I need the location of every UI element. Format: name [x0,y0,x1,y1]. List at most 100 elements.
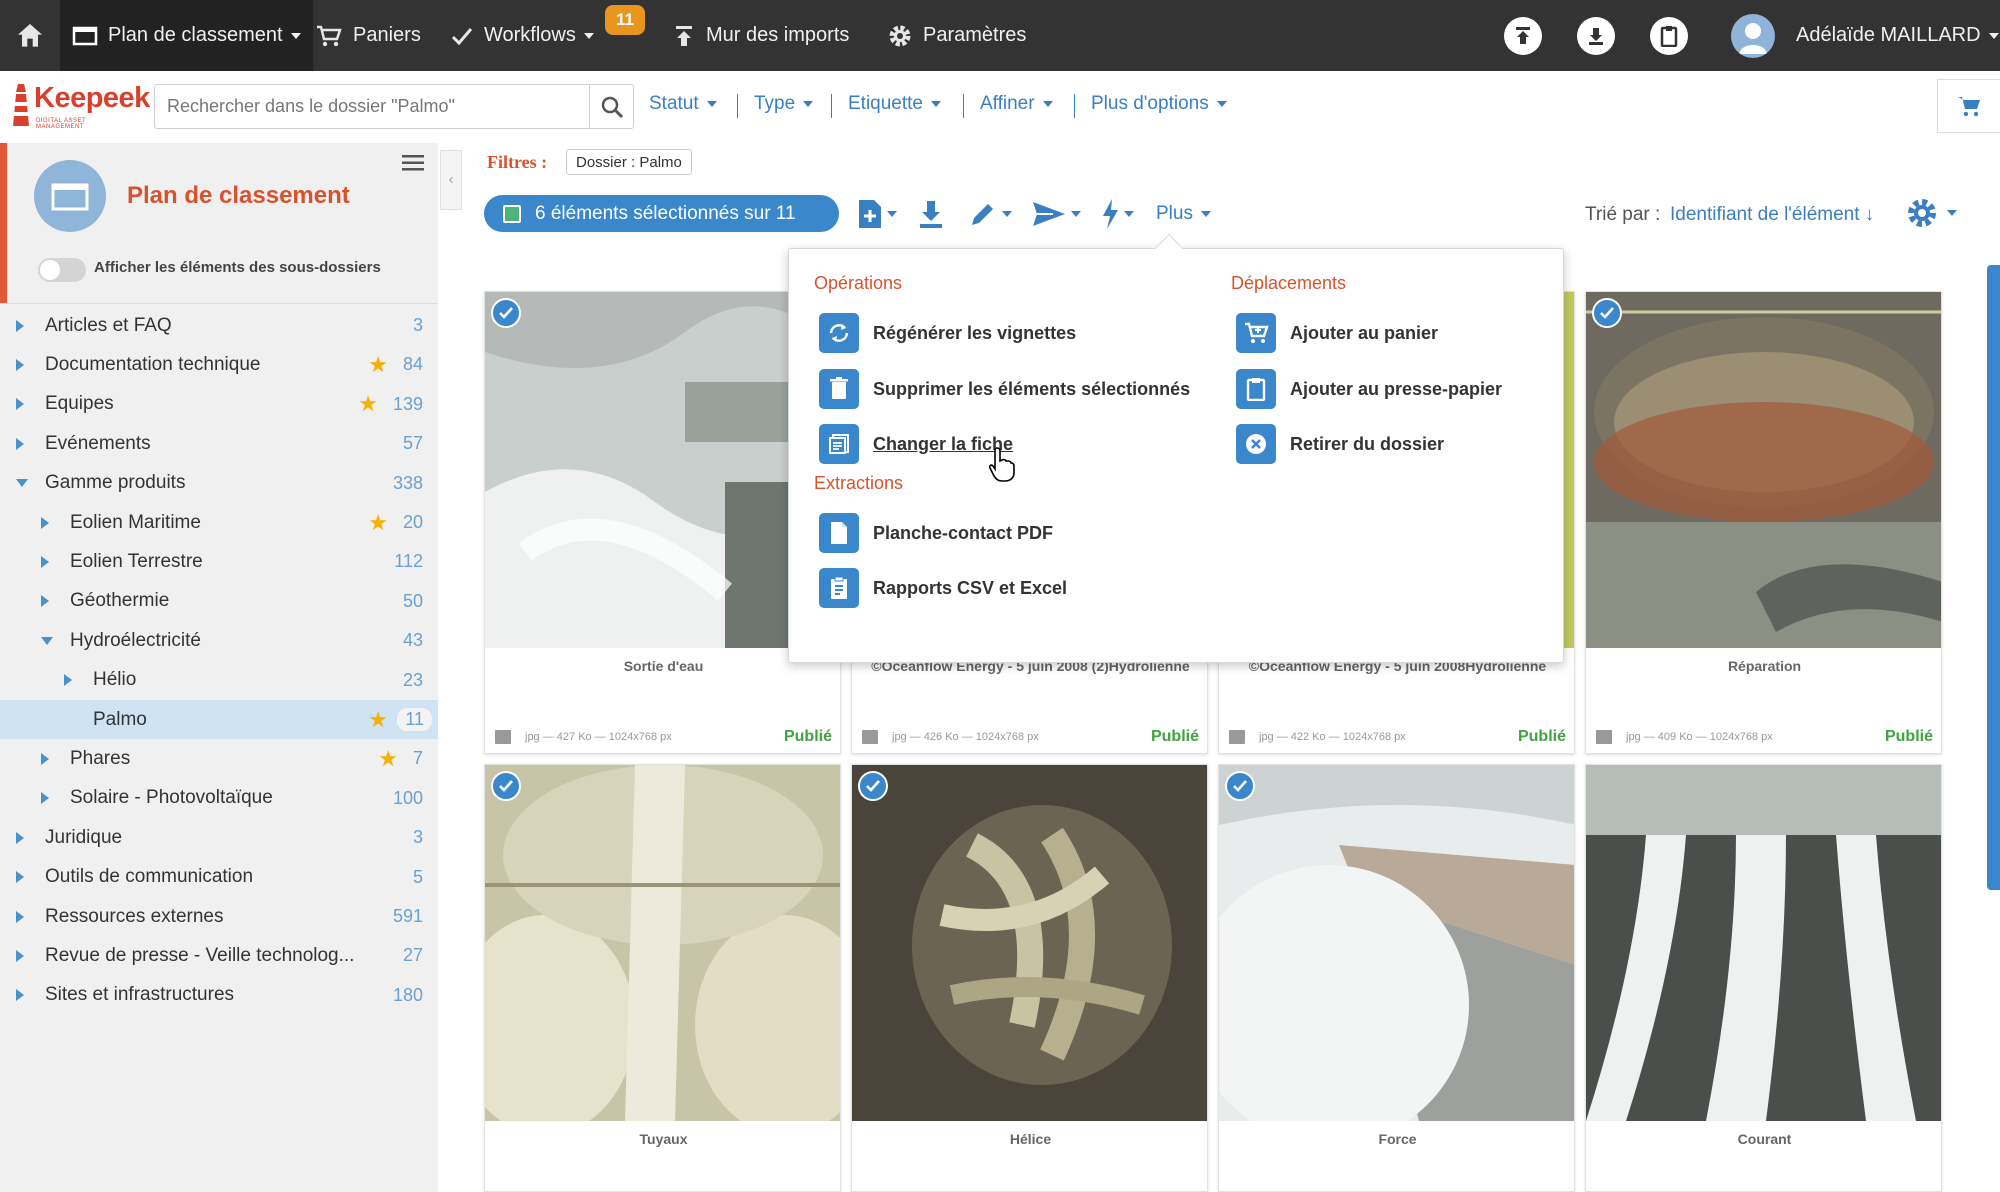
asset-card[interactable]: Force [1218,764,1575,1192]
caret-right-icon[interactable] [64,674,72,687]
selection-button[interactable]: 6 éléments sélectionnés sur 11 [484,195,839,232]
caret-right-icon[interactable] [16,871,24,884]
asset-thumbnail[interactable] [1586,765,1941,1121]
filter-etiquette[interactable]: Etiquette [848,93,941,115]
menu-retirer-du-dossier[interactable]: Retirer du dossier [1236,424,1444,464]
actions-button[interactable] [1100,196,1134,232]
caret-right-icon[interactable] [16,358,24,371]
user-menu[interactable]: Adélaïde MAILLARD [1796,0,1999,71]
scrollbar[interactable] [1987,265,2000,890]
favorite-star-icon[interactable]: ★ [378,746,398,772]
asset-thumbnail[interactable] [1586,292,1941,648]
nav-plan-de-classement[interactable]: Plan de classement [60,0,313,71]
filter-type[interactable]: Type [754,93,814,115]
plus-dropdown-button[interactable]: Plus [1156,203,1211,225]
asset-thumbnail[interactable] [485,765,840,1121]
caret-down-icon[interactable] [16,479,28,488]
menu-planche-contact-pdf[interactable]: Planche-contact PDF [819,513,1053,553]
home-icon[interactable] [14,20,46,52]
menu-ajouter-au-panier[interactable]: Ajouter au panier [1236,313,1438,353]
caret-right-icon[interactable] [41,752,49,765]
clipboard-button[interactable] [1650,17,1688,55]
caret-right-icon[interactable] [41,595,49,608]
favorite-star-icon[interactable]: ★ [358,391,378,417]
display-settings-button[interactable] [1905,196,1957,230]
favorite-star-icon[interactable]: ★ [368,707,388,733]
sidebar-item[interactable]: Solaire - Photovoltaïque 100 [0,779,438,818]
nav-workflows[interactable]: Workflows [450,0,594,71]
selected-check-icon[interactable] [858,771,888,801]
nav-mur-des-imports[interactable]: Mur des imports [672,0,849,71]
caret-right-icon[interactable] [16,989,24,1002]
sidebar-item-label: Equipes [45,393,114,415]
asset-thumbnail[interactable] [852,765,1207,1121]
menu-regenerer-vignettes[interactable]: Régénérer les vignettes [819,313,1076,353]
caret-down-icon[interactable] [41,636,53,645]
selected-check-icon[interactable] [491,298,521,328]
sidebar-item[interactable]: Gamme produits 338 [0,464,438,503]
sidebar-item[interactable]: Juridique 3 [0,818,438,857]
edit-button[interactable] [968,196,1012,232]
avatar[interactable] [1731,14,1775,58]
sidebar-item[interactable]: Articles et FAQ 3 [0,306,438,345]
sidebar-item[interactable]: Sites et infrastructures 180 [0,976,438,1015]
download-selection-button[interactable] [918,196,944,232]
search-input[interactable] [155,85,593,128]
download-button[interactable] [1577,17,1615,55]
sidebar-item[interactable]: Hydroélectricité 43 [0,621,438,660]
favorite-star-icon[interactable]: ★ [368,352,388,378]
caret-right-icon[interactable] [41,555,49,568]
menu-supprimer-elements[interactable]: Supprimer les éléments sélectionnés [819,369,1190,409]
asset-thumbnail[interactable] [1219,765,1574,1121]
nav-paniers[interactable]: Paniers [315,0,421,71]
menu-ajouter-presse-papier[interactable]: Ajouter au presse-papier [1236,369,1502,409]
sidebar-item[interactable]: Ressources externes 591 [0,897,438,936]
asset-card[interactable]: Réparation jpg — 409 Ko — 1024x768 px Pub… [1585,291,1942,754]
menu-rapports-csv-excel[interactable]: Rapports CSV et Excel [819,568,1067,608]
sort-dropdown[interactable]: Identifiant de l'élément ↓ [1670,204,1874,226]
menu-changer-la-fiche[interactable]: Changer la fiche [819,424,1013,464]
caret-right-icon[interactable] [16,437,24,450]
subfolders-toggle[interactable] [38,258,86,282]
filter-affiner[interactable]: Affiner [980,93,1053,115]
caret-right-icon[interactable] [41,792,49,805]
nav-parametres[interactable]: Paramètres [887,0,1026,71]
hamburger-menu-icon[interactable] [402,154,424,172]
sidebar-item[interactable]: Eolien Maritime ★ 20 [0,503,438,542]
add-file-button[interactable] [857,196,897,232]
upload-button[interactable] [1504,17,1542,55]
caret-right-icon[interactable] [16,398,24,411]
active-filter-chip[interactable]: Dossier : Palmo [566,149,692,175]
keepeek-logo[interactable]: Keepeek DIGITAL ASSET MANAGEMENT [10,82,150,132]
sidebar-item[interactable]: Hélio 23 [0,661,438,700]
sidebar-item[interactable]: Géothermie 50 [0,582,438,621]
sidebar-item[interactable]: Equipes ★ 139 [0,385,438,424]
asset-card[interactable]: Tuyaux [484,764,841,1192]
sidebar-item[interactable]: Phares ★ 7 [0,739,438,778]
selected-check-icon[interactable] [1592,298,1622,328]
sidebar-item[interactable]: Eolien Terrestre 112 [0,542,438,581]
selected-check-icon[interactable] [1225,771,1255,801]
sidebar-item[interactable]: Evénements 57 [0,424,438,463]
caret-right-icon[interactable] [16,319,24,332]
filter-plus-doptions[interactable]: Plus d'options [1091,93,1227,115]
sidebar-item-label: Eolien Maritime [70,511,201,533]
favorite-star-icon[interactable]: ★ [368,510,388,536]
send-button[interactable] [1031,196,1081,232]
collapse-sidebar-button[interactable]: ‹ [440,150,462,210]
sidebar-item[interactable]: Documentation technique ★ 84 [0,345,438,384]
sidebar-item[interactable]: Revue de presse - Veille technolog... 27 [0,936,438,975]
caret-right-icon[interactable] [16,949,24,962]
selection-checkbox[interactable] [503,204,521,223]
cart-button[interactable] [1937,79,2000,133]
sidebar-item[interactable]: Palmo ★ 11 [0,700,438,739]
filter-statut[interactable]: Statut [649,93,717,115]
search-button[interactable] [589,85,633,128]
asset-card[interactable]: Hélice [851,764,1208,1192]
sidebar-item[interactable]: Outils de communication 5 [0,858,438,897]
caret-right-icon[interactable] [16,831,24,844]
caret-right-icon[interactable] [16,910,24,923]
asset-card[interactable]: Courant [1585,764,1942,1192]
selected-check-icon[interactable] [491,771,521,801]
caret-right-icon[interactable] [41,516,49,529]
